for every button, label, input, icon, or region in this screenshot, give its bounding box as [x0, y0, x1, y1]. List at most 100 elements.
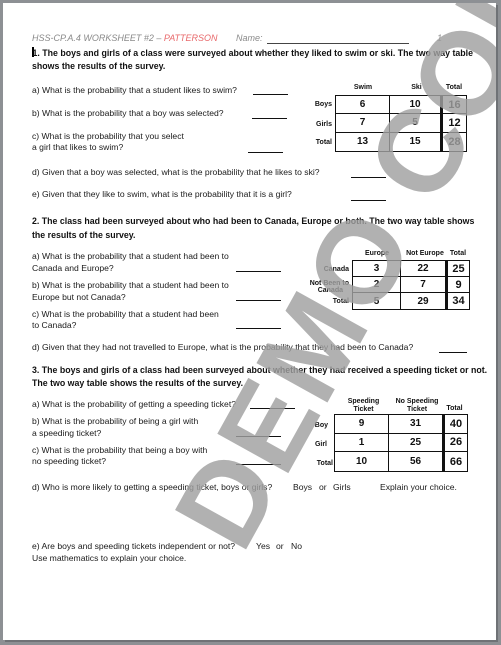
q3-part-b-line1: b) What is the probability of being a gi…: [32, 416, 199, 426]
q1-part-e: e) Given that they like to swim, what is…: [32, 189, 292, 199]
q1-intro-line2: shows the results of the survey.: [32, 61, 166, 71]
q2-part-b-line2: Europe but not Canada?: [32, 292, 126, 302]
q2-part-a-line1: a) What is the probability that a studen…: [32, 251, 229, 261]
q2-part-d: d) Given that they had not travelled to …: [32, 342, 414, 352]
q1-part-c-line2: a girl that likes to swim?: [32, 142, 124, 152]
worksheet-header: HSS-CP.A.4 WORKSHEET #2 – PATTERSON: [32, 33, 218, 43]
q1-row-header: Boys: [314, 101, 332, 108]
table-cell: 22: [401, 261, 448, 277]
worksheet-page: HSS-CP.A.4 WORKSHEET #2 – PATTERSON Name…: [3, 3, 496, 640]
table-cell: 10: [335, 452, 389, 471]
q3-row-header: Girl: [314, 441, 327, 448]
q2-row-header: Canada: [317, 287, 343, 294]
table-cell: 7: [401, 277, 448, 293]
name-field[interactable]: [267, 43, 409, 44]
q1-col-header: Swim: [353, 84, 373, 91]
q2-row-header: Total: [332, 298, 349, 305]
q3-col-header: Speeding Ticket: [347, 398, 380, 413]
q2-answer-d[interactable]: [439, 352, 467, 353]
q3-intro-line2: The two way table shows the results of t…: [32, 378, 244, 388]
q3-answer-c[interactable]: [236, 464, 281, 465]
q1-col-header: Total: [445, 84, 463, 91]
q2-table-grid: 3 22 25 2 7 9 5 29 34: [352, 260, 470, 310]
q1-intro-line1: 1. The boys and girls of a class were su…: [32, 47, 473, 58]
course-code: HSS-CP.A.4 WORKSHEET #2 –: [32, 33, 164, 43]
table-cell: 15: [390, 132, 443, 151]
q1-part-c-line1: c) What is the probability that you sele…: [32, 131, 184, 141]
author-name: PATTERSON: [163, 33, 218, 43]
q1-row-header: Girls: [316, 121, 332, 128]
choice-or: or: [319, 482, 327, 492]
q3-table-grid: 9 31 40 1 25 26 10 56 66: [334, 414, 468, 472]
q3-answer-b[interactable]: [236, 436, 281, 437]
q2-part-b-line1: b) What is the probability that a studen…: [32, 280, 229, 290]
table-cell: 7: [336, 114, 390, 133]
q3-col-header: No Speeding Ticket: [395, 398, 439, 413]
q3-part-e: e) Are boys and speeding tickets indepen…: [32, 541, 236, 551]
table-cell: 3: [353, 261, 401, 277]
table-cell: 40: [445, 415, 467, 434]
choice-yes[interactable]: Yes: [256, 541, 270, 551]
q3-col-header: Total: [446, 405, 463, 412]
q3-part-b-line2: a speeding ticket?: [32, 428, 102, 438]
table-cell: 9: [335, 415, 389, 434]
q2-row-header: Canada: [323, 266, 349, 273]
q2-intro-line1: 2. The class had been surveyed about who…: [32, 216, 475, 226]
q1-col-header: Ski: [411, 84, 422, 91]
table-cell: 12: [443, 114, 466, 133]
table-cell: 10: [390, 96, 443, 115]
choice-or: or: [276, 541, 284, 551]
q1-part-b: b) What is the probability that a boy wa…: [32, 108, 224, 118]
table-cell: 56: [389, 452, 445, 471]
table-cell: 5: [390, 114, 443, 133]
q2-answer-b[interactable]: [236, 300, 281, 301]
q2-col-header: Not Europe: [406, 250, 444, 257]
explain-prompt: Explain your choice.: [380, 482, 457, 492]
table-cell: 5: [353, 293, 401, 309]
q3-part-c-line2: no speeding ticket?: [32, 456, 107, 466]
q1-answer-b[interactable]: [252, 118, 287, 119]
q1-answer-c[interactable]: [248, 152, 283, 153]
q1-answer-a[interactable]: [253, 94, 288, 95]
q3-part-a: a) What is the probability of getting a …: [32, 399, 236, 409]
q2-part-c-line1: c) What is the probability that a studen…: [32, 309, 219, 319]
choice-girls[interactable]: Girls: [333, 482, 351, 492]
q3-part-e-explain: Use mathematics to explain your choice.: [32, 553, 187, 563]
choice-boys[interactable]: Boys: [293, 482, 312, 492]
table-cell: 6: [336, 96, 390, 115]
table-cell: 66: [449, 455, 463, 468]
q2-answer-c[interactable]: [236, 328, 281, 329]
q3-answer-a[interactable]: [250, 408, 295, 409]
q3-row-header: Boy: [314, 422, 328, 429]
table-cell: 34: [452, 295, 465, 307]
q1-answer-d[interactable]: [351, 177, 386, 178]
table-cell: 16: [443, 96, 466, 115]
table-cell: 25: [389, 433, 445, 453]
choice-no[interactable]: No: [291, 541, 302, 551]
q3-part-d: d) Who is more likely to getting a speed…: [32, 482, 272, 492]
q2-col-header: Europe: [364, 250, 390, 257]
q1-part-a: a) What is the probability that a studen…: [32, 85, 237, 95]
q1-answer-e[interactable]: [351, 200, 386, 201]
table-cell: 26: [445, 434, 467, 453]
table-cell: 13: [336, 132, 390, 151]
table-cell: 2: [353, 277, 401, 293]
table-cell: 25: [448, 261, 469, 277]
q2-col-header: Total: [449, 250, 467, 257]
table-cell: 29: [401, 293, 448, 309]
q3-intro-line1: 3. The boys and girls of a class had bee…: [32, 365, 488, 375]
table-cell: 28: [448, 135, 461, 148]
q2-intro-line2: the results of the survey.: [32, 230, 136, 240]
q3-row-header: Total: [316, 460, 333, 467]
table-cell: 9: [448, 277, 469, 293]
q3-part-d-label: d) Who is more likely to getting a speed…: [32, 482, 273, 492]
q1-table-grid: 6 10 16 7 5 12 13 15 28: [335, 95, 467, 152]
q2-part-c-line2: to Canada?: [32, 320, 77, 330]
q1-part-d: d) Given that a boy was selected, what i…: [32, 167, 320, 177]
q2-answer-a[interactable]: [236, 271, 281, 272]
q2-part-a-line2: Canada and Europe?: [32, 263, 114, 273]
page-number: 1: [437, 33, 443, 43]
q3-part-c-line1: c) What is the probability that being a …: [32, 445, 208, 455]
table-cell: 1: [335, 433, 389, 453]
q1-row-header: Total: [315, 139, 332, 146]
